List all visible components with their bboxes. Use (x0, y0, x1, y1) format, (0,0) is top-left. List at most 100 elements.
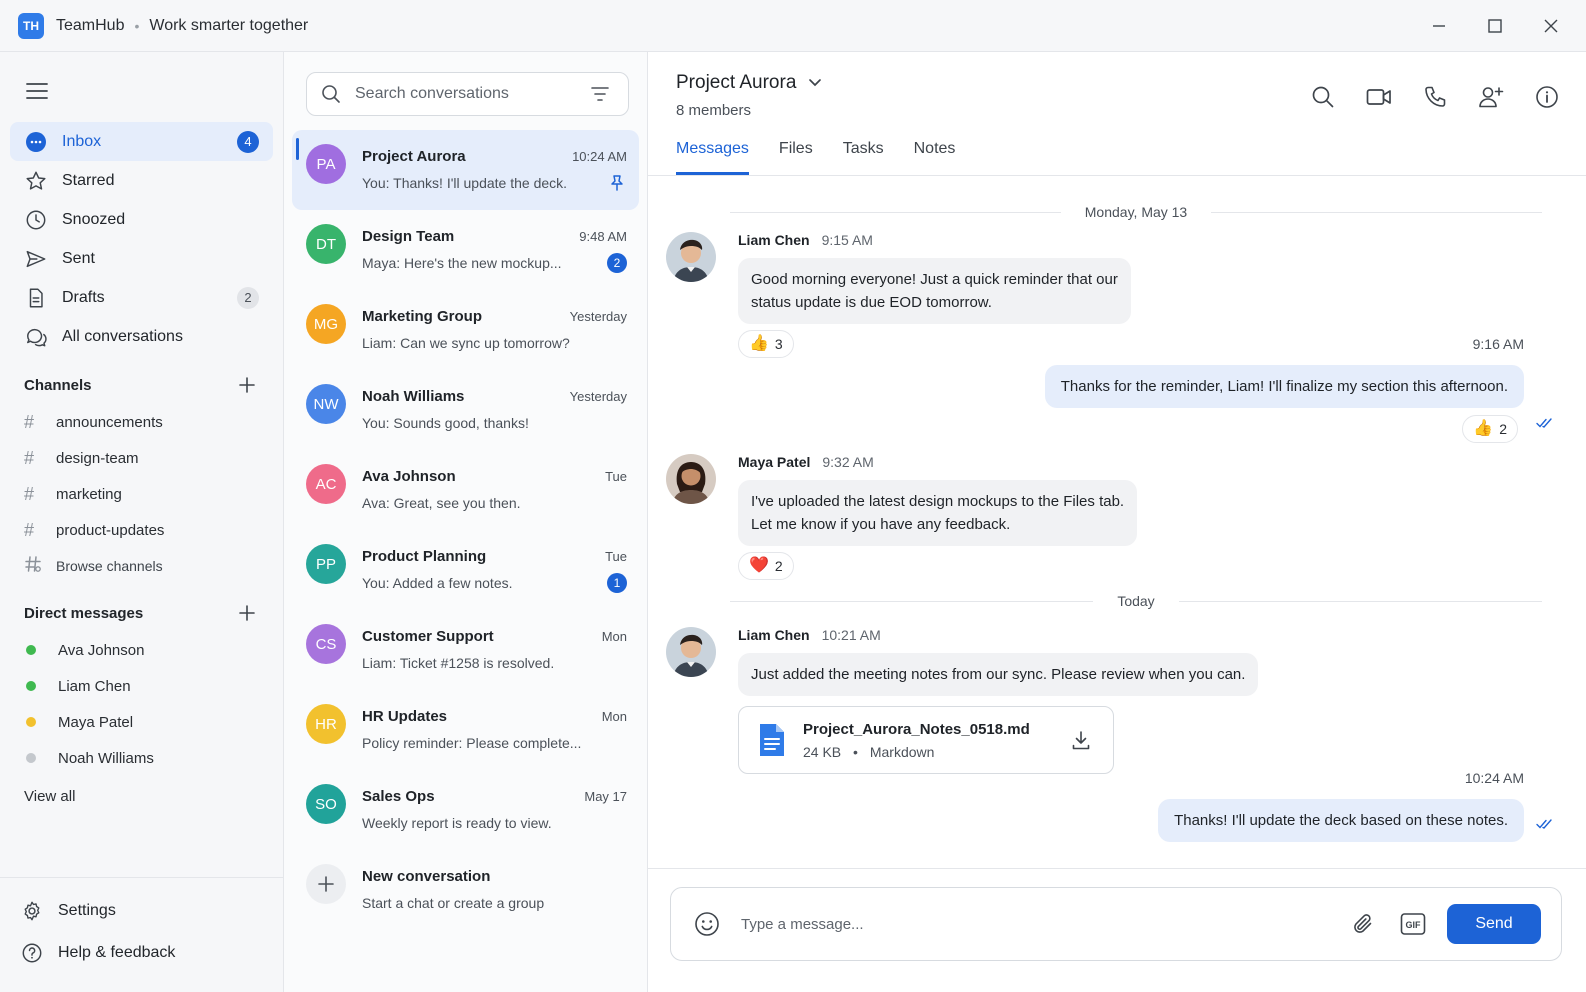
emoji-button[interactable] (691, 908, 723, 940)
dm-item-maya-patel[interactable]: Maya Patel (0, 704, 283, 740)
help-feedback-button[interactable]: Help & feedback (0, 932, 283, 974)
app-logo: TH (18, 12, 44, 39)
nav-item-inbox[interactable]: Inbox 4 (10, 122, 273, 161)
nav-item-snoozed[interactable]: Snoozed (10, 200, 273, 239)
channel-label: product-updates (56, 521, 165, 539)
dm-item-ava-johnson[interactable]: Ava Johnson (0, 632, 283, 668)
conversation-item-product-planning[interactable]: PP Product Planning Tue You: Added a few no… (292, 530, 639, 610)
sender-name[interactable]: Maya Patel (738, 454, 810, 470)
nav-item-drafts[interactable]: Drafts 2 (10, 278, 273, 317)
avatar-liam-chen[interactable] (666, 232, 716, 282)
browse-channels-icon (24, 555, 44, 578)
browse-channels-link[interactable]: Browse channels (0, 548, 283, 584)
chat-info-button[interactable] (1530, 80, 1564, 114)
avatar: SO (306, 784, 346, 824)
chevron-down-icon (809, 79, 822, 87)
conversation-name: Marketing Group (362, 307, 483, 325)
reaction-count: 2 (774, 558, 783, 574)
new-conversation-title: New conversation (362, 867, 491, 885)
tab-messages[interactable]: Messages (676, 140, 749, 175)
settings-button[interactable]: Settings (0, 890, 283, 932)
channel-item-design-team[interactable]: # design-team (0, 440, 283, 476)
conversation-item-marketing-group[interactable]: MG Marketing Group Yesterday Liam: Can we s… (292, 290, 639, 370)
chat-title[interactable]: Project Aurora (676, 72, 796, 94)
view-all-link[interactable]: View all (0, 776, 283, 816)
reaction-heart[interactable]: ❤️ 2 (738, 552, 794, 580)
conversation-item-project-aurora[interactable]: PA Project Aurora 10:24 AM You: Thanks! I'l… (292, 130, 639, 210)
avatar-maya-patel[interactable] (666, 454, 716, 504)
message-bubble-outgoing: Thanks! I'll update the deck based on th… (1158, 799, 1524, 842)
send-button[interactable]: Send (1447, 904, 1541, 944)
new-conversation-item[interactable]: New conversation Start a chat or create … (292, 850, 639, 930)
message-time: 9:15 AM (821, 232, 873, 248)
tab-tasks[interactable]: Tasks (843, 140, 884, 175)
conversation-time: Tue (605, 548, 627, 564)
sender-name[interactable]: Liam Chen (738, 627, 810, 643)
conversation-time: Tue (605, 468, 627, 484)
conversation-item-design-team[interactable]: DT Design Team 9:48 AM Maya: Here's the new… (292, 210, 639, 290)
channel-item-marketing[interactable]: # marketing (0, 476, 283, 512)
message-input[interactable] (741, 915, 1329, 933)
avatar-liam-chen[interactable] (666, 627, 716, 677)
add-dm-button[interactable] (235, 601, 259, 625)
pin-icon[interactable] (607, 173, 627, 193)
search-box (306, 72, 629, 116)
add-member-button[interactable] (1474, 80, 1508, 114)
conversation-item-sales-ops[interactable]: SO Sales Ops May 17 Weekly report is ready … (292, 770, 639, 850)
message-bubble-outgoing: Thanks for the reminder, Liam! I'll fina… (1044, 365, 1524, 408)
channel-item-product-updates[interactable]: # product-updates (0, 512, 283, 548)
unread-badge: 4 (237, 130, 259, 153)
conversation-name: HR Updates (362, 707, 448, 725)
header-actions (1306, 80, 1564, 114)
gif-button[interactable]: GIF (1397, 908, 1429, 940)
nav-item-starred[interactable]: Starred (10, 161, 273, 200)
browse-channels-label: Browse channels (56, 558, 163, 574)
channel-label: announcements (56, 413, 163, 431)
plus-icon (239, 377, 255, 393)
conversation-item-ava-johnson[interactable]: AC Ava Johnson Tue Ava: Great, see you then… (292, 450, 639, 530)
conversation-item-customer-support[interactable]: CS Customer Support Mon Liam: Ticket #1258 … (292, 610, 639, 690)
close-window-button[interactable] (1534, 9, 1568, 43)
reaction-thumbs-up[interactable]: 👍 3 (738, 330, 794, 358)
conversation-preview: You: Sounds good, thanks! (362, 415, 529, 431)
add-channel-button[interactable] (235, 373, 259, 397)
search-input[interactable] (355, 85, 586, 103)
dm-item-noah-williams[interactable]: Noah Williams (0, 740, 283, 776)
avatar: PA (306, 144, 346, 184)
conversation-item-noah-williams[interactable]: NW Noah Williams Yesterday You: Sounds good… (292, 370, 639, 450)
nav-label: All conversations (62, 327, 183, 345)
nav-item-all-conversations[interactable]: All conversations (10, 317, 273, 356)
avatar: AC (306, 464, 346, 504)
search-chat-button[interactable] (1306, 80, 1340, 114)
dm-label: Liam Chen (58, 677, 131, 695)
channel-item-announcements[interactable]: # announcements (0, 404, 283, 440)
nav-label: Starred (62, 171, 115, 189)
file-attachment[interactable]: Project_Aurora_Notes_0518.md 24 KB • Mar… (738, 706, 1114, 774)
menu-button[interactable] (20, 74, 54, 108)
video-call-button[interactable] (1362, 80, 1396, 114)
avatar: PP (306, 544, 346, 584)
dm-item-liam-chen[interactable]: Liam Chen (0, 668, 283, 704)
maximize-button[interactable] (1478, 9, 1512, 43)
filter-button[interactable] (586, 80, 614, 108)
attach-button[interactable] (1347, 908, 1379, 940)
sender-name[interactable]: Liam Chen (738, 232, 810, 248)
nav-label: Snoozed (62, 210, 126, 228)
download-button[interactable] (1067, 726, 1095, 754)
nav-item-sent[interactable]: Sent (10, 239, 273, 278)
voice-call-button[interactable] (1418, 80, 1452, 114)
tab-notes[interactable]: Notes (914, 140, 956, 175)
conversation-item-hr-updates[interactable]: HR HR Updates Mon Policy reminder: Please c… (292, 690, 639, 770)
minimize-button[interactable] (1422, 9, 1456, 43)
reaction-thumbs-up[interactable]: 👍 2 (1462, 415, 1518, 443)
message-bubble: Just added the meeting notes from our sy… (738, 653, 1259, 696)
drafts-badge: 2 (237, 286, 259, 309)
conversation-preview: Maya: Here's the new mockup... (362, 255, 562, 271)
presence-dot (26, 717, 36, 727)
chat-header: Project Aurora 8 members Messages Files … (648, 52, 1586, 176)
chat-title-dropdown[interactable] (804, 72, 826, 94)
dm-label: Noah Williams (58, 749, 154, 767)
settings-label: Settings (58, 902, 116, 919)
message-time: 10:24 AM (1464, 770, 1524, 786)
tab-files[interactable]: Files (779, 140, 813, 175)
